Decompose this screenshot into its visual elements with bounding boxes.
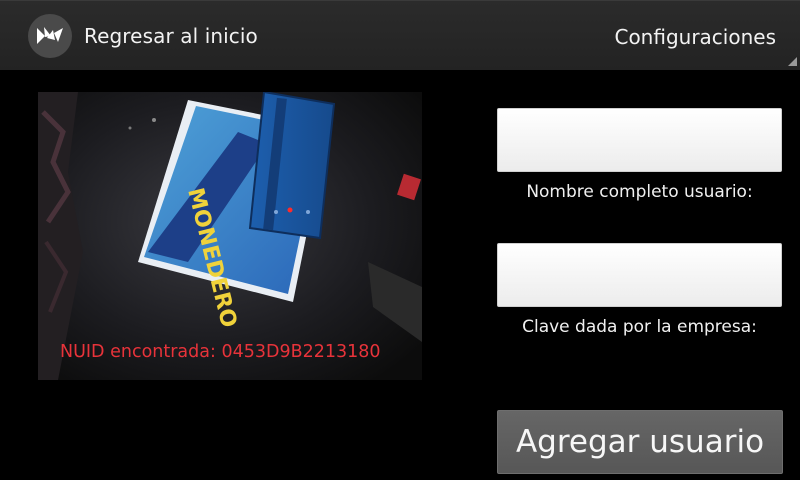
camera-preview: MONEDERO NUID encontrada: 0453D9B2213180 <box>38 92 422 380</box>
settings-label: Configuraciones <box>614 25 776 49</box>
add-user-button[interactable]: Agregar usuario <box>497 410 783 474</box>
full-name-label: Nombre completo usuario: <box>526 182 753 202</box>
settings-button[interactable]: Configuraciones <box>600 1 800 71</box>
nuid-readout: NUID encontrada: 0453D9B2213180 <box>60 342 381 362</box>
back-to-home-button[interactable]: Regresar al inicio <box>28 13 258 59</box>
camera-image: MONEDERO <box>38 92 422 380</box>
app-title: Regresar al inicio <box>84 24 258 48</box>
company-key-input[interactable] <box>497 243 782 307</box>
company-key-label: Clave dada por la empresa: <box>522 317 757 337</box>
corner-triangle-icon <box>788 57 797 66</box>
full-name-input[interactable] <box>497 108 782 172</box>
kivy-logo-icon <box>28 14 72 58</box>
action-bar: Regresar al inicio Configuraciones <box>0 0 800 70</box>
app-window: Regresar al inicio Configuraciones MONED… <box>0 0 800 480</box>
